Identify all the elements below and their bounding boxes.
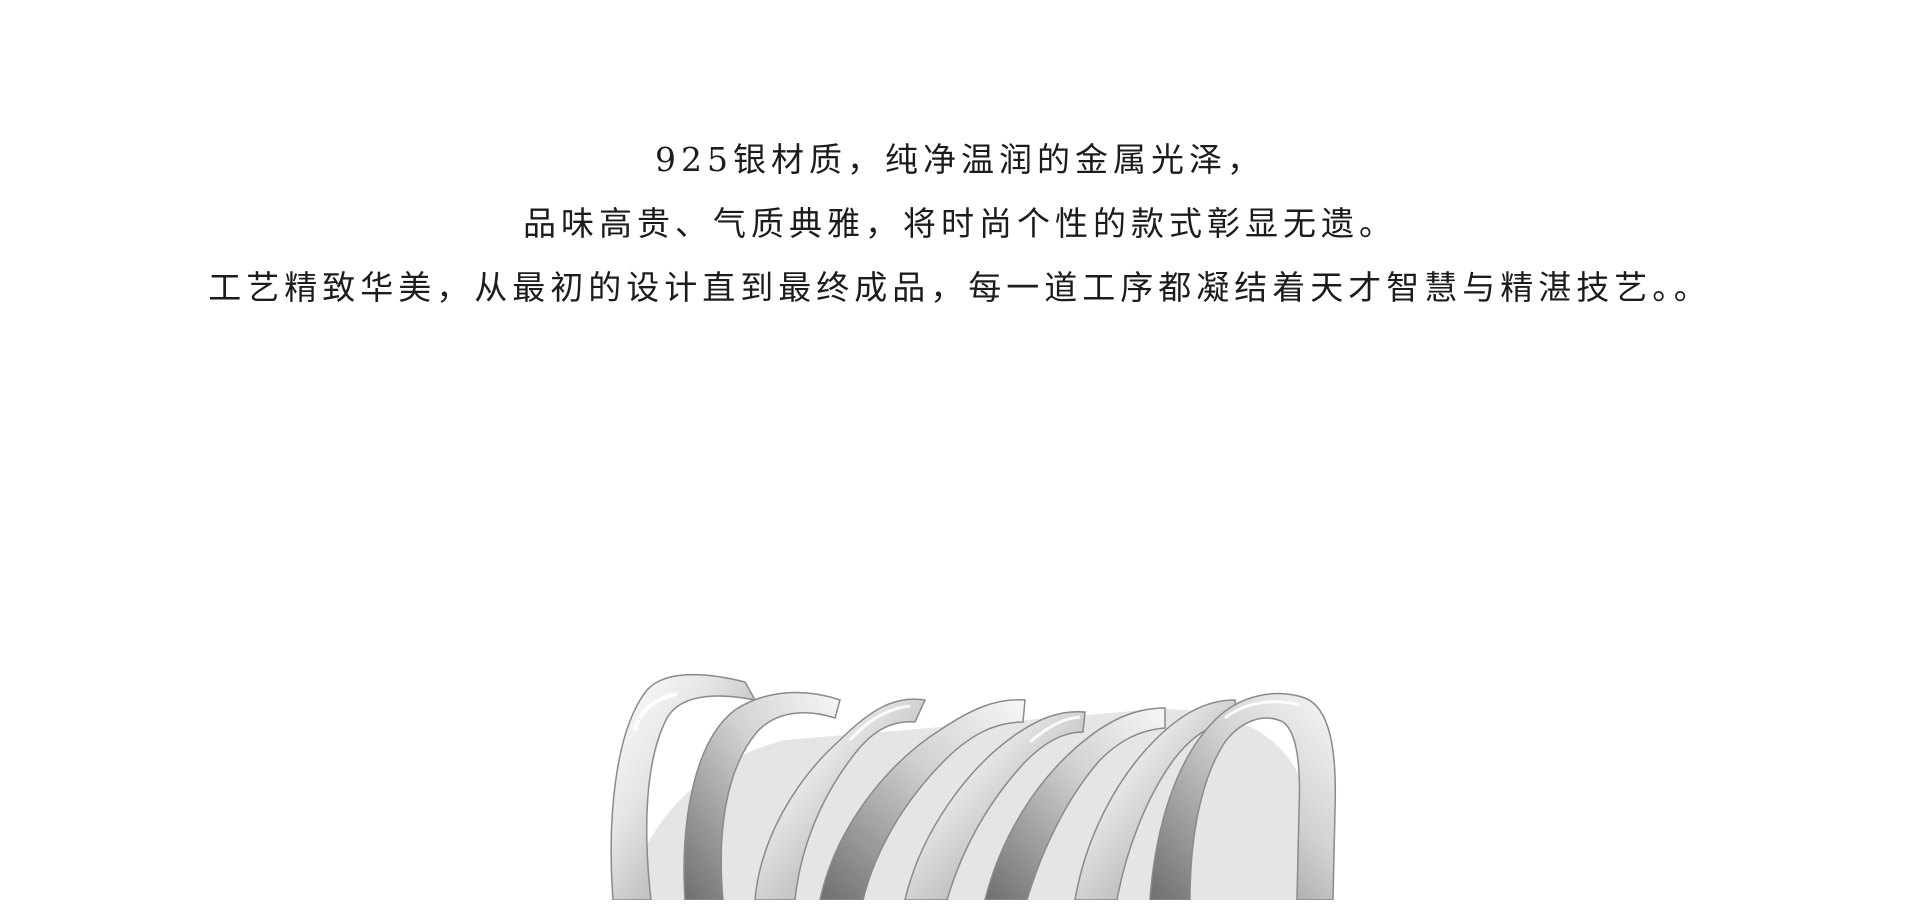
description-line-2: 品味高贵、气质典雅，将时尚个性的款式彰显无遗。	[523, 204, 1397, 243]
product-image	[585, 670, 1345, 901]
product-description: 925银材质，纯净温润的金属光泽， 品味高贵、气质典雅，将时尚个性的款式彰显无遗…	[0, 128, 1920, 320]
description-line-3: 工艺精致华美，从最初的设计直到最终成品，每一道工序都凝结着天才智慧与精湛技艺。。	[208, 268, 1712, 307]
silver-wave-ring-icon	[610, 673, 1337, 901]
description-line-1: 925银材质，纯净温润的金属光泽，	[655, 140, 1265, 179]
